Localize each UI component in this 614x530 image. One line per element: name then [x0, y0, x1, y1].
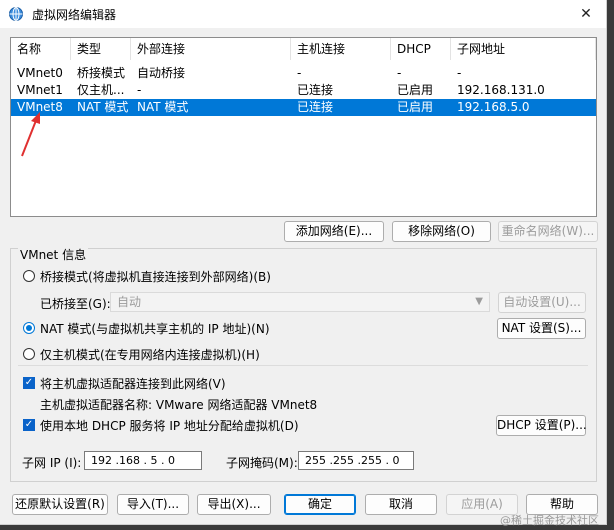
divider: [18, 365, 588, 366]
table-row-selected[interactable]: VMnet8 NAT 模式 NAT 模式 已连接 已启用 192.168.5.0: [11, 99, 596, 116]
cell-dhcp: 已启用: [397, 83, 434, 97]
nat-radio[interactable]: [23, 322, 35, 334]
network-list[interactable]: 名称 类型 外部连接 主机连接 DHCP 子网地址 VMnet0 桥接模式 自动…: [10, 37, 597, 217]
bridged-to-value: 自动: [117, 295, 142, 309]
vmnet-info-title: VMnet 信息: [18, 248, 89, 262]
chevron-down-icon: ▼: [475, 296, 483, 307]
vmware-network-icon: [8, 6, 24, 22]
watermark: @稀土掘金技术社区: [500, 514, 599, 527]
cell-external: NAT 模式: [137, 100, 189, 114]
cell-subnet: -: [457, 66, 462, 80]
cell-subnet: 192.168.131.0: [457, 83, 545, 97]
connect-adapter-label[interactable]: 将主机虚拟适配器连接到此网络(V): [40, 375, 226, 392]
cancel-button[interactable]: 取消: [365, 494, 437, 515]
list-header: 名称 类型 外部连接 主机连接 DHCP 子网地址: [11, 38, 596, 60]
cell-host: 已连接: [297, 83, 334, 97]
column-header-name[interactable]: 名称: [11, 38, 71, 60]
virtual-network-editor-window: 虚拟网络编辑器 ✕ 名称 类型 外部连接 主机连接 DHCP 子网地址 VMne…: [0, 0, 607, 525]
cell-name: VMnet1: [17, 83, 63, 97]
bridged-radio[interactable]: [23, 270, 35, 282]
dhcp-label[interactable]: 使用本地 DHCP 服务将 IP 地址分配给虚拟机(D): [40, 417, 299, 434]
bridged-to-label: 已桥接至(G):: [40, 297, 111, 311]
add-network-button[interactable]: 添加网络(E)...: [284, 221, 384, 242]
subnet-ip-field[interactable]: 192 .168 . 5 . 0: [84, 451, 202, 470]
column-header-host[interactable]: 主机连接: [291, 38, 391, 60]
cell-external: 自动桥接: [137, 66, 186, 80]
connect-adapter-checkbox[interactable]: ✓: [23, 377, 35, 389]
cell-external: -: [137, 83, 142, 97]
ok-button[interactable]: 确定: [284, 494, 356, 515]
cell-subnet: 192.168.5.0: [457, 100, 530, 114]
cell-type: NAT 模式: [77, 100, 129, 114]
remove-network-button[interactable]: 移除网络(O): [392, 221, 491, 242]
subnet-ip-label: 子网 IP (I):: [22, 456, 82, 470]
dhcp-checkbox[interactable]: ✓: [23, 419, 35, 431]
cell-host: -: [297, 66, 302, 80]
rename-network-button[interactable]: 重命名网络(W)...: [498, 221, 598, 242]
nat-settings-button[interactable]: NAT 设置(S)...: [497, 318, 586, 339]
subnet-mask-field[interactable]: 255 .255 .255 . 0: [298, 451, 414, 470]
column-header-dhcp[interactable]: DHCP: [391, 38, 451, 60]
table-row[interactable]: VMnet1 仅主机... - 已连接 已启用 192.168.131.0: [11, 82, 596, 99]
host-only-radio[interactable]: [23, 348, 35, 360]
dhcp-settings-button[interactable]: DHCP 设置(P)...: [496, 415, 587, 436]
column-header-subnet[interactable]: 子网地址: [451, 38, 596, 60]
close-icon: ✕: [580, 6, 592, 22]
cell-type: 桥接模式: [77, 66, 126, 80]
window-title: 虚拟网络编辑器: [32, 7, 117, 22]
bridged-label[interactable]: 桥接模式(将虚拟机直接连接到外部网络)(B): [40, 268, 271, 285]
close-button[interactable]: ✕: [566, 0, 606, 28]
column-header-external[interactable]: 外部连接: [131, 38, 291, 60]
auto-settings-button[interactable]: 自动设置(U)...: [498, 292, 586, 313]
column-header-type[interactable]: 类型: [71, 38, 131, 60]
nat-label[interactable]: NAT 模式(与虚拟机共享主机的 IP 地址)(N): [40, 320, 270, 337]
cell-name: VMnet0: [17, 66, 63, 80]
cell-host: 已连接: [297, 100, 334, 114]
export-button[interactable]: 导出(X)...: [197, 494, 271, 515]
adapter-name-label: 主机虚拟适配器名称: VMware 网络适配器 VMnet8: [40, 398, 318, 412]
cell-type: 仅主机...: [77, 83, 125, 97]
host-only-label[interactable]: 仅主机模式(在专用网络内连接虚拟机)(H): [40, 346, 260, 363]
title-bar[interactable]: 虚拟网络编辑器 ✕: [0, 0, 606, 28]
cell-dhcp: 已启用: [397, 100, 434, 114]
table-row[interactable]: VMnet0 桥接模式 自动桥接 - - -: [11, 65, 596, 82]
subnet-mask-label: 子网掩码(M):: [226, 456, 298, 470]
restore-defaults-button[interactable]: 还原默认设置(R): [12, 494, 108, 515]
import-button[interactable]: 导入(T)...: [117, 494, 189, 515]
annotation-arrow-icon: [21, 112, 40, 157]
bridged-to-select[interactable]: 自动 ▼: [110, 292, 490, 312]
cell-dhcp: -: [397, 66, 402, 80]
